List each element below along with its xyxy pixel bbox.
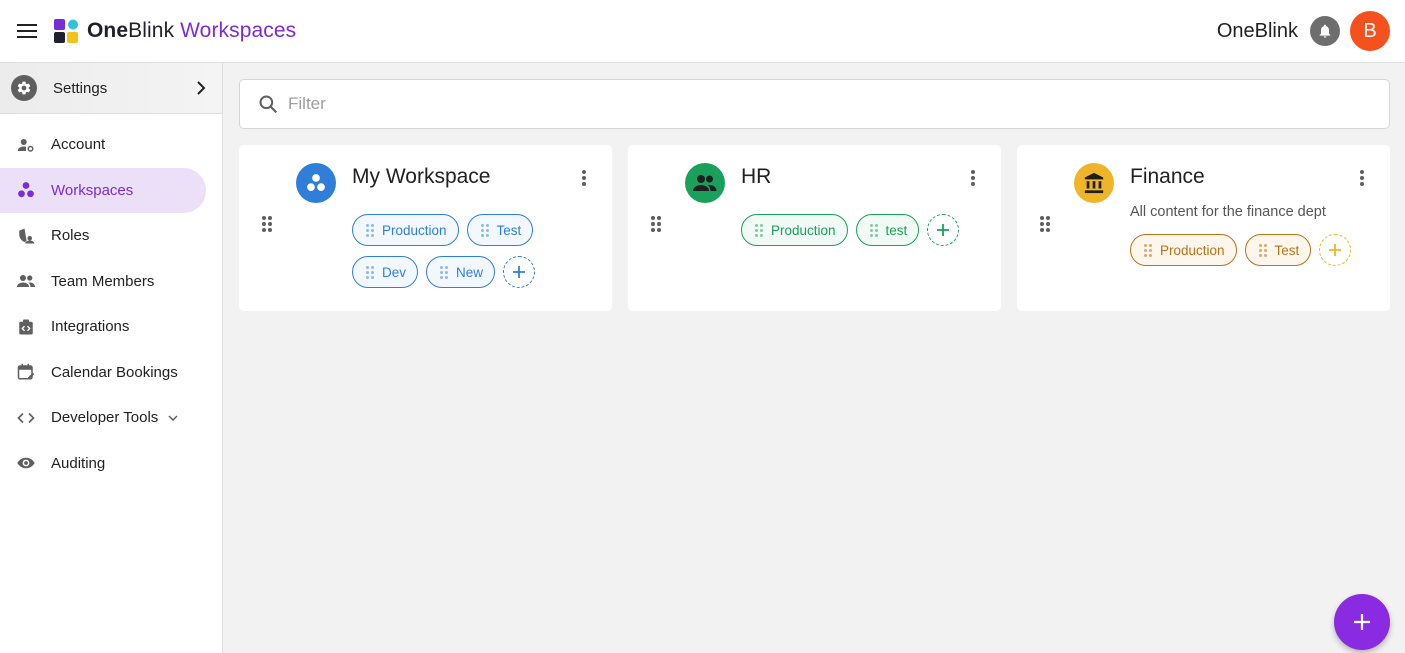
sidebar-settings[interactable]: Settings (0, 63, 222, 114)
drag-dots-icon (869, 224, 878, 237)
more-vert-icon[interactable] (967, 167, 979, 189)
tag-label: Production (771, 222, 836, 238)
tag-list: Production Test (1130, 234, 1370, 266)
tag-label: Test (496, 222, 522, 238)
drag-dots-icon (1258, 244, 1267, 257)
sidebar-item-integrations[interactable]: Integrations (0, 304, 206, 350)
add-tag-button[interactable] (1319, 234, 1352, 266)
tag-list: Production test (741, 214, 981, 246)
sidebar-item-label: Team Members (51, 272, 155, 290)
chevron-right-icon (196, 81, 206, 95)
bank-icon (1074, 163, 1114, 203)
tag-label: test (885, 222, 908, 238)
drag-dots-icon (440, 266, 449, 279)
tag-chip[interactable]: Production (1130, 234, 1237, 266)
tag-chip[interactable]: Test (1244, 234, 1312, 266)
workspaces-icon (17, 181, 35, 199)
drag-handle-icon[interactable] (650, 215, 662, 233)
tag-label: Production (382, 222, 447, 238)
workspace-card-my-workspace[interactable]: My Workspace Production Test Dev New (239, 145, 612, 311)
tag-label: Test (1274, 242, 1300, 258)
integrations-icon (17, 318, 35, 336)
workspace-title: HR (741, 165, 772, 188)
workspace-card-hr[interactable]: HR Production test (628, 145, 1001, 311)
drag-dots-icon (366, 224, 374, 237)
sidebar-item-developer-tools[interactable]: Developer Tools (0, 395, 206, 441)
logo[interactable]: OneBlink Workspaces (54, 19, 296, 43)
add-tag-button[interactable] (503, 256, 536, 288)
drag-dots-icon (1144, 244, 1152, 257)
sidebar-item-auditing[interactable]: Auditing (0, 441, 206, 487)
sidebar-item-account[interactable]: Account (0, 122, 206, 168)
roles-icon (17, 227, 35, 245)
gear-icon (11, 75, 37, 101)
add-tag-button[interactable] (927, 214, 960, 246)
tag-label: Production (1160, 242, 1225, 258)
sidebar-item-label: Account (51, 136, 106, 154)
add-workspace-button[interactable] (1334, 594, 1390, 650)
brand-bold: One (87, 19, 129, 42)
drag-handle-icon[interactable] (1039, 215, 1051, 233)
code-icon (17, 409, 35, 427)
tag-label: New (456, 264, 484, 280)
sidebar-item-label: Calendar Bookings (51, 363, 178, 381)
plus-icon (513, 266, 526, 278)
user-gear-icon (17, 136, 35, 154)
search-icon (259, 95, 278, 114)
tag-chip[interactable]: Production (741, 214, 848, 246)
sidebar-item-workspaces[interactable]: Workspaces (0, 167, 206, 213)
avatar[interactable]: B (1350, 11, 1390, 51)
sidebar-item-label: Workspaces (51, 181, 134, 199)
plus-icon (1354, 614, 1370, 630)
oneblink-logo-icon (54, 19, 78, 43)
hamburger-icon (17, 24, 37, 38)
sidebar-item-label: Roles (51, 227, 90, 245)
workspace-card-finance[interactable]: Finance All content for the finance dept… (1017, 145, 1390, 311)
more-vert-icon[interactable] (578, 167, 590, 189)
workspace-title: My Workspace (352, 165, 491, 188)
filter-bar (239, 79, 1390, 129)
tag-chip[interactable]: test (855, 214, 920, 246)
tag-label: Dev (382, 264, 407, 280)
sidebar-item-roles[interactable]: Roles (0, 213, 206, 259)
plus-icon (1329, 244, 1342, 256)
sidebar-item-label: Developer Tools (51, 409, 159, 427)
brand-title: OneBlink Workspaces (87, 19, 296, 43)
people-icon (685, 163, 725, 203)
drag-dots-icon (366, 266, 374, 279)
drag-handle-icon[interactable] (261, 215, 273, 233)
settings-label: Settings (53, 79, 108, 97)
brand-suffix: Workspaces (180, 19, 297, 42)
sidebar-item-label: Integrations (51, 318, 130, 336)
menu-button[interactable] (0, 0, 54, 63)
people-icon (17, 272, 35, 290)
sidebar-item-team-members[interactable]: Team Members (0, 259, 206, 305)
workspaces-icon (296, 163, 336, 203)
drag-dots-icon (755, 224, 763, 237)
workspace-description: All content for the finance dept (1130, 204, 1326, 220)
tag-chip[interactable]: New (426, 256, 496, 288)
eye-icon (17, 454, 35, 472)
plus-icon (937, 224, 950, 236)
brand-rest: Blink (128, 19, 175, 42)
chevron-down-icon (168, 415, 178, 421)
tag-list: Production Test Dev New (352, 214, 592, 288)
calendar-edit-icon (17, 363, 35, 381)
drag-dots-icon (480, 224, 489, 237)
workspace-title: Finance (1130, 165, 1205, 188)
tag-chip[interactable]: Production (352, 214, 459, 246)
app-header: OneBlink Workspaces OneBlink B (0, 0, 1405, 63)
org-name[interactable]: OneBlink (1217, 20, 1298, 43)
tag-chip[interactable]: Test (466, 214, 534, 246)
sidebar-item-label: Auditing (51, 454, 106, 472)
bell-icon (1319, 24, 1331, 38)
sidebar-nav: Account Workspaces Roles Team Members In… (0, 114, 222, 486)
notifications-button[interactable] (1310, 16, 1340, 46)
sidebar-item-calendar-bookings[interactable]: Calendar Bookings (0, 350, 206, 396)
tag-chip[interactable]: Dev (352, 256, 419, 288)
sidebar: Settings Account Workspaces Roles Team M… (0, 63, 223, 653)
more-vert-icon[interactable] (1356, 167, 1368, 189)
filter-input[interactable] (288, 94, 1288, 114)
